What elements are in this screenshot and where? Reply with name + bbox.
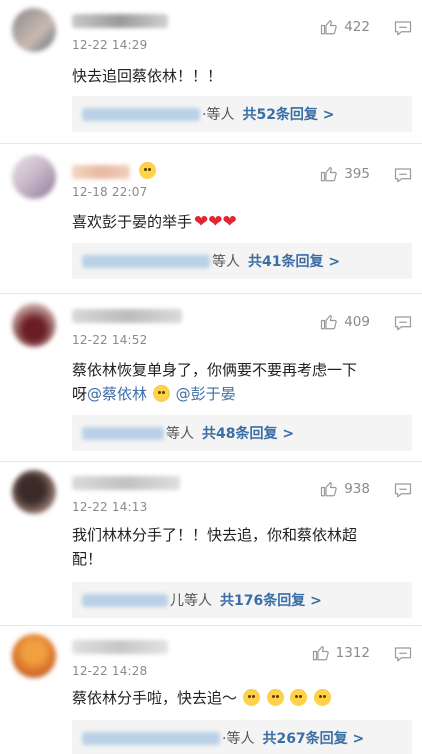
avatar[interactable] bbox=[12, 470, 56, 514]
divider bbox=[0, 143, 422, 144]
reply-users-blurred bbox=[82, 254, 210, 268]
scared-face-emoji-icon bbox=[139, 162, 156, 179]
username-blurred[interactable] bbox=[72, 309, 182, 323]
thumbs-up-icon bbox=[312, 646, 329, 661]
like-count: 422 bbox=[344, 19, 370, 35]
like-button[interactable]: 938 bbox=[320, 480, 370, 498]
comment-time: 12-18 22:07 bbox=[72, 185, 148, 199]
comment-time: 12-22 14:29 bbox=[72, 38, 148, 52]
comment-time: 12-22 14:13 bbox=[72, 500, 148, 514]
comment-text-line2-prefix: 呀 bbox=[72, 385, 88, 403]
comment-text: 快去追回蔡依林！！！ bbox=[72, 67, 223, 85]
reply-total-link[interactable]: 共41条回复 > bbox=[248, 251, 340, 271]
username-blurred[interactable] bbox=[72, 640, 168, 654]
reply-total-link[interactable]: 共52条回复 > bbox=[242, 104, 334, 124]
reply-users-blurred bbox=[82, 731, 220, 745]
reply-suffix: ·等人 bbox=[222, 731, 255, 747]
like-button[interactable]: 1312 bbox=[312, 644, 370, 662]
reply-suffix: 等人 bbox=[166, 426, 194, 442]
like-count: 409 bbox=[344, 314, 370, 330]
comment-text: 我们林林分手了！！快去追，你和蔡依林超 配！ bbox=[72, 523, 406, 571]
thumbs-up-icon bbox=[321, 20, 337, 35]
like-count: 395 bbox=[344, 166, 370, 182]
reply-summary[interactable]: ·等人 共52条回复 > bbox=[72, 96, 412, 132]
divider bbox=[0, 625, 422, 626]
avatar[interactable] bbox=[12, 303, 56, 347]
avatar[interactable] bbox=[12, 8, 56, 52]
comment-text: 蔡依林分手啦，快去追～ bbox=[72, 686, 406, 710]
thumbs-up-icon bbox=[321, 482, 337, 497]
comment-text: 蔡依林恢复单身了，你俩要不要再考虑一下 呀@蔡依林 @彭于晏 bbox=[72, 358, 406, 406]
reply-total-link[interactable]: 共48条回复 > bbox=[202, 423, 294, 443]
comment-text-line2: 配！ bbox=[72, 550, 103, 568]
comment-icon[interactable] bbox=[394, 482, 412, 498]
reply-users-blurred bbox=[82, 107, 200, 121]
username-blurred[interactable] bbox=[72, 476, 180, 490]
scared-face-emoji-icon bbox=[290, 689, 308, 706]
like-button[interactable]: 422 bbox=[320, 18, 370, 36]
reply-suffix: 儿等人 bbox=[170, 593, 212, 609]
reply-summary[interactable]: 等人 共48条回复 > bbox=[72, 415, 412, 451]
comment-text-body: 喜欢彭于晏的举手 bbox=[72, 213, 193, 231]
comment-icon[interactable] bbox=[394, 646, 412, 662]
scared-face-emoji-icon bbox=[152, 385, 170, 402]
comment-icon[interactable] bbox=[394, 20, 412, 36]
comment-time: 12-22 14:52 bbox=[72, 333, 148, 347]
avatar[interactable] bbox=[12, 634, 56, 678]
thumbs-up-icon bbox=[321, 315, 337, 330]
comment-time: 12-22 14:28 bbox=[72, 664, 148, 678]
mention-link[interactable]: @彭于晏 bbox=[176, 385, 236, 403]
heart-icons: ❤❤❤ bbox=[194, 212, 237, 232]
avatar[interactable] bbox=[12, 155, 56, 199]
reply-total-link[interactable]: 共267条回复 > bbox=[262, 728, 364, 748]
reply-suffix: 等人 bbox=[212, 254, 240, 270]
divider bbox=[0, 293, 422, 294]
like-button[interactable]: 395 bbox=[320, 165, 370, 183]
scared-face-emoji-icon bbox=[266, 689, 284, 706]
comment-text: 喜欢彭于晏的举手 ❤❤❤ bbox=[72, 210, 406, 234]
username-blurred[interactable] bbox=[72, 14, 168, 28]
comment-icon[interactable] bbox=[394, 167, 412, 183]
comment-text-line1: 蔡依林恢复单身了，你俩要不要再考虑一下 bbox=[72, 361, 358, 379]
reply-users-blurred bbox=[82, 426, 164, 440]
reply-summary[interactable]: 儿等人 共176条回复 > bbox=[72, 582, 412, 618]
mention-link[interactable]: @蔡依林 bbox=[87, 385, 147, 403]
reply-total-link[interactable]: 共176条回复 > bbox=[220, 590, 322, 610]
reply-suffix: ·等人 bbox=[202, 107, 235, 123]
like-count: 938 bbox=[344, 481, 370, 497]
like-count: 1312 bbox=[335, 645, 370, 661]
scared-face-emoji-icon bbox=[242, 689, 260, 706]
comment-text-body: 蔡依林分手啦，快去追～ bbox=[72, 689, 238, 707]
thumbs-up-icon bbox=[321, 167, 337, 182]
like-button[interactable]: 409 bbox=[320, 313, 370, 331]
comment-icon[interactable] bbox=[394, 315, 412, 331]
reply-summary[interactable]: 等人 共41条回复 > bbox=[72, 243, 412, 279]
username-blurred[interactable] bbox=[72, 165, 130, 179]
reply-users-blurred bbox=[82, 593, 168, 607]
comment-text-line1: 我们林林分手了！！快去追，你和蔡依林超 bbox=[72, 526, 358, 544]
divider bbox=[0, 461, 422, 462]
scared-face-emoji-icon bbox=[314, 689, 332, 706]
reply-summary[interactable]: ·等人 共267条回复 > bbox=[72, 720, 412, 754]
